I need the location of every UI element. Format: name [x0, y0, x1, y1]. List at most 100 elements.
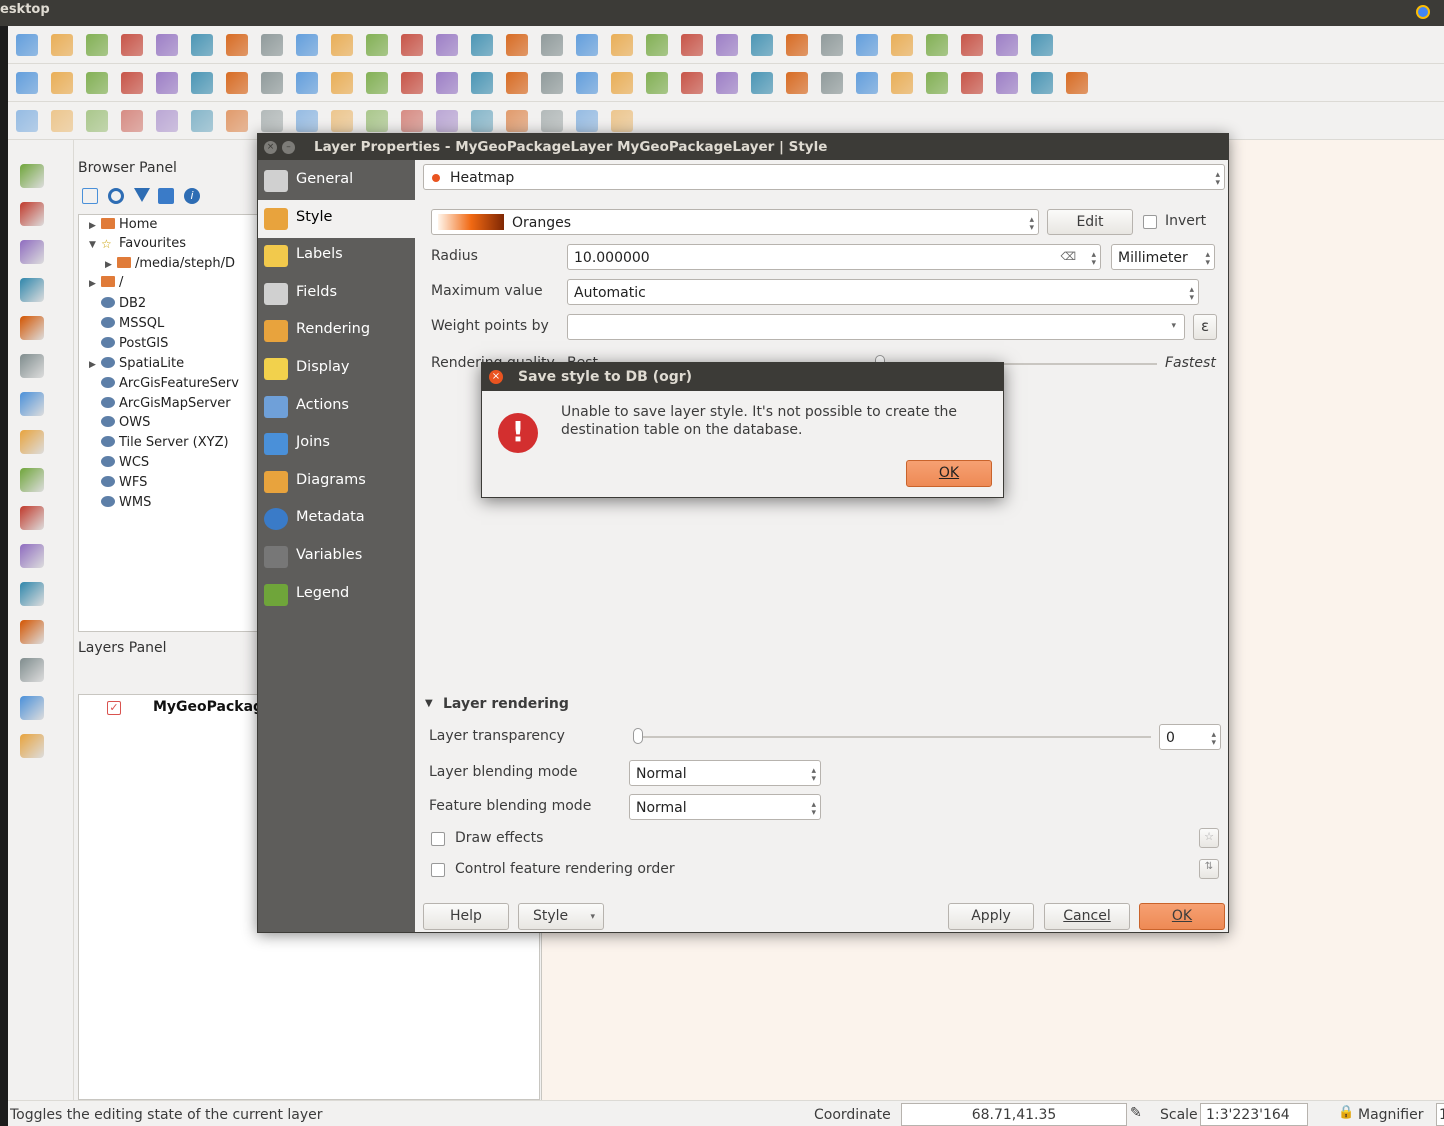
raster-calc-icon[interactable]	[611, 110, 633, 132]
sort-icon[interactable]: ⇅	[1199, 859, 1219, 879]
nav-item[interactable]: Display	[258, 350, 415, 388]
expand-arrow-icon[interactable]: ▶	[89, 279, 101, 289]
zoom-selection-icon[interactable]	[436, 34, 458, 56]
transparency-spinbox[interactable]: 0 ▴ ▾	[1159, 724, 1221, 750]
invert-checkbox[interactable]	[1143, 215, 1157, 229]
delete-icon[interactable]	[261, 72, 283, 94]
feature-blending-select[interactable]: Normal ▴ ▾	[629, 794, 821, 820]
color-ramp-select[interactable]: Oranges ▴ ▾	[431, 209, 1039, 235]
weight-field-select[interactable]: ▾	[567, 314, 1185, 340]
change-label-icon[interactable]	[646, 72, 668, 94]
layout-manager-icon[interactable]	[191, 34, 213, 56]
layer-icon[interactable]	[576, 110, 598, 132]
magnifier-field[interactable]: 1	[1436, 1103, 1444, 1126]
scale-field[interactable]: 1:3'223'164	[1200, 1103, 1308, 1126]
reshape-icon[interactable]	[261, 110, 283, 132]
measure-line-icon[interactable]	[926, 34, 948, 56]
layer-rendering-header[interactable]: Layer rendering	[443, 696, 569, 712]
new-shapefile-icon[interactable]	[20, 620, 44, 644]
copy-icon[interactable]	[331, 72, 353, 94]
add-geopackage-icon[interactable]	[20, 506, 44, 530]
add-selected-icon[interactable]	[82, 188, 98, 204]
effects-star-icon[interactable]: ☆	[1199, 828, 1219, 848]
refresh-icon[interactable]	[108, 188, 124, 204]
nav-item[interactable]: Joins	[258, 425, 415, 463]
nav-item[interactable]: Variables	[258, 538, 415, 576]
close-icon[interactable]: ×	[264, 141, 277, 154]
add-virtual-icon[interactable]	[20, 468, 44, 492]
pan-icon[interactable]	[226, 34, 248, 56]
refresh-icon[interactable]	[611, 34, 633, 56]
plugin-icon[interactable]	[856, 72, 878, 94]
polygon-icon[interactable]	[961, 72, 983, 94]
browser-item[interactable]: ▶ SpatiaLite	[89, 356, 184, 371]
add-raster-icon[interactable]	[20, 202, 44, 226]
pan-to-selection-icon[interactable]	[261, 34, 283, 56]
add-spatialite-icon[interactable]	[20, 430, 44, 454]
ok-button[interactable]: OK	[1139, 903, 1225, 930]
simplify-icon[interactable]	[156, 110, 178, 132]
new-memory-icon[interactable]	[20, 734, 44, 758]
text-annotation-icon[interactable]	[996, 34, 1018, 56]
nav-item[interactable]: Style	[258, 199, 415, 238]
advanced-digitize-icon[interactable]	[16, 110, 38, 132]
scale-icon[interactable]: ✎	[1130, 1105, 1142, 1121]
identify-features-icon[interactable]	[716, 72, 738, 94]
nav-item[interactable]: Labels	[258, 237, 415, 275]
cancel-button[interactable]: Cancel	[1044, 903, 1130, 930]
nav-item[interactable]: Actions	[258, 388, 415, 426]
nav-item[interactable]: General	[258, 162, 415, 200]
snap-icon[interactable]	[506, 110, 528, 132]
sql-icon[interactable]	[1066, 72, 1088, 94]
split-parts-icon[interactable]	[331, 110, 353, 132]
add-vector-icon[interactable]	[20, 164, 44, 188]
zoom-layer-icon[interactable]	[401, 34, 423, 56]
draw-effects-checkbox[interactable]	[431, 832, 445, 846]
add-wms-icon[interactable]	[20, 316, 44, 340]
label-icon[interactable]	[436, 72, 458, 94]
expression-button[interactable]: ε	[1193, 314, 1217, 340]
chrome-icon[interactable]	[1416, 5, 1430, 19]
ref-icon[interactable]	[1031, 72, 1053, 94]
error-ok-button[interactable]: OK	[906, 460, 992, 487]
raster-icon[interactable]	[996, 72, 1018, 94]
collapse-all-icon[interactable]	[158, 188, 174, 204]
browser-item[interactable]: PostGIS	[89, 336, 168, 351]
expression-select-icon[interactable]	[751, 34, 773, 56]
style-menu-button[interactable]: Style ▾	[518, 903, 604, 930]
new-geopackage-icon[interactable]	[20, 696, 44, 720]
terrain-icon[interactable]	[926, 72, 948, 94]
save-as-icon[interactable]	[121, 34, 143, 56]
add-ring-icon[interactable]	[191, 72, 213, 94]
new-3d-view-icon[interactable]	[576, 34, 598, 56]
statistics-icon[interactable]	[856, 34, 878, 56]
browser-item[interactable]: ArcGisFeatureServ	[89, 376, 239, 391]
show-labels-icon[interactable]	[541, 72, 563, 94]
browser-item[interactable]: ▶ /media/steph/D	[105, 256, 235, 271]
filter-icon[interactable]	[134, 188, 150, 202]
db-manager-icon[interactable]	[681, 72, 703, 94]
trace-icon[interactable]	[471, 110, 493, 132]
add-wfs-icon[interactable]	[20, 354, 44, 378]
browser-item[interactable]: MSSQL	[89, 316, 164, 331]
browser-item[interactable]: ▼ ☆ Favourites	[89, 236, 186, 251]
help-icon[interactable]	[1031, 34, 1053, 56]
help-button[interactable]: Help	[423, 903, 509, 930]
transparency-slider-handle[interactable]	[633, 728, 643, 744]
redo-icon[interactable]	[121, 110, 143, 132]
browser-item[interactable]: DB2	[89, 296, 146, 311]
browser-item[interactable]: WFS	[89, 475, 147, 490]
split-icon[interactable]	[226, 72, 248, 94]
new-print-layout-icon[interactable]	[156, 34, 178, 56]
add-db2-icon[interactable]	[20, 582, 44, 606]
add-mssql-icon[interactable]	[20, 544, 44, 568]
pin-icon[interactable]	[471, 72, 493, 94]
select-icon[interactable]	[716, 34, 738, 56]
new-map-view-icon[interactable]	[541, 34, 563, 56]
save-project-icon[interactable]	[86, 34, 108, 56]
cut-icon[interactable]	[296, 72, 318, 94]
nav-item[interactable]: Rendering	[258, 312, 415, 350]
spin-icon[interactable]: ▴ ▾	[1189, 286, 1194, 303]
browser-item[interactable]: ▶ Home	[89, 217, 157, 232]
blending-select[interactable]: Normal ▴ ▾	[629, 760, 821, 786]
